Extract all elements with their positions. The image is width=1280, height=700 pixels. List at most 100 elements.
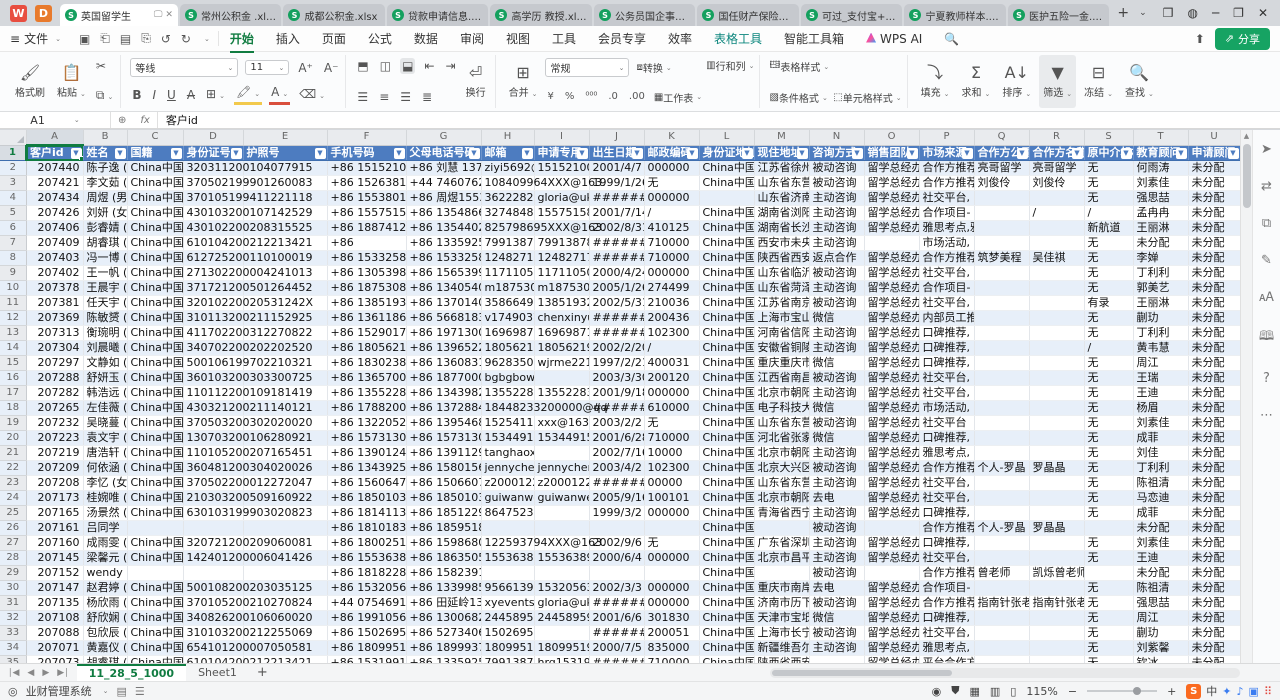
filter-dropdown-icon[interactable]: ▼: [687, 148, 698, 159]
row-header-9[interactable]: 9: [0, 266, 26, 281]
cell-T31[interactable]: 强思喆: [1133, 596, 1188, 611]
cell-A24[interactable]: 207173: [26, 491, 83, 506]
cell-O32[interactable]: 留学总经办: [864, 611, 919, 626]
cell-L2[interactable]: China中国: [699, 161, 754, 176]
ime-spark-icon[interactable]: ✦: [1222, 685, 1231, 698]
cell-U26[interactable]: 未分配: [1188, 521, 1240, 536]
cell-G19[interactable]: +86 139546825: [406, 416, 481, 431]
cell-U14[interactable]: 未分配: [1188, 341, 1240, 356]
cell-Q26[interactable]: 个人-罗晶: [974, 521, 1029, 536]
cell-S30[interactable]: 无: [1084, 581, 1133, 596]
strikethrough-button[interactable]: A: [185, 87, 197, 103]
cell-N33[interactable]: 被动咨询: [809, 626, 864, 641]
cell-Q1[interactable]: 合作方公司▼: [974, 145, 1029, 161]
cell-C9[interactable]: China中国: [127, 266, 183, 281]
row-header-3[interactable]: 3: [0, 176, 26, 191]
cell-A7[interactable]: 207409: [26, 236, 83, 251]
cell-U32[interactable]: 未分配: [1188, 611, 1240, 626]
cell-K21[interactable]: 10000: [644, 446, 699, 461]
cell-A35[interactable]: 207073: [26, 656, 83, 664]
cell-F21[interactable]: +86 13901242: [327, 446, 406, 461]
cell-U30[interactable]: 未分配: [1188, 581, 1240, 596]
cell-D13[interactable]: 411702200312270822: [183, 326, 243, 341]
cell-D27[interactable]: 320721200209060081: [183, 536, 243, 551]
cell-U22[interactable]: 未分配: [1188, 461, 1240, 476]
cell-C19[interactable]: China中国: [127, 416, 183, 431]
file-tab-2[interactable]: S成都公积金.xlsx: [283, 4, 385, 26]
cell-I25[interactable]: [534, 506, 589, 521]
cell-N9[interactable]: 被动咨询: [809, 266, 864, 281]
cell-P25[interactable]: 口碑推荐,: [919, 506, 974, 521]
cell-K28[interactable]: 000000: [644, 551, 699, 566]
cell-T28[interactable]: 王迪: [1133, 551, 1188, 566]
cell-D1[interactable]: 身份证号▼: [183, 145, 243, 161]
cell-C1[interactable]: 国籍▼: [127, 145, 183, 161]
cell-K27[interactable]: 无: [644, 536, 699, 551]
cell-S16[interactable]: 无: [1084, 371, 1133, 386]
row-header-12[interactable]: 12: [0, 311, 26, 326]
cell-N31[interactable]: 被动咨询: [809, 596, 864, 611]
cell-F3[interactable]: +86 15263810: [327, 176, 406, 191]
cell-F2[interactable]: +86 15152100: [327, 161, 406, 176]
cell-C21[interactable]: China中国: [127, 446, 183, 461]
cell-S29[interactable]: [1084, 566, 1133, 581]
cell-J12[interactable]: ########: [589, 311, 644, 326]
cell-C24[interactable]: China中国: [127, 491, 183, 506]
last-sheet-icon[interactable]: ▶∣: [57, 668, 68, 678]
cell-L33[interactable]: China中国: [699, 626, 754, 641]
cell-B7[interactable]: 胡睿琪 (女: [83, 236, 127, 251]
cell-T23[interactable]: 陈祖清: [1133, 476, 1188, 491]
cell-S20[interactable]: 无: [1084, 431, 1133, 446]
filter-dropdown-icon[interactable]: ▼: [852, 148, 863, 159]
cell-M22[interactable]: 北京大兴区: [754, 461, 809, 476]
cell-T14[interactable]: 黄韦慧: [1133, 341, 1188, 356]
cell-M28[interactable]: 北京市昌平: [754, 551, 809, 566]
cell-N18[interactable]: 微信: [809, 401, 864, 416]
cell-K10[interactable]: 274499: [644, 281, 699, 296]
cell-U17[interactable]: 未分配: [1188, 386, 1240, 401]
cell-R7[interactable]: [1029, 236, 1084, 251]
cell-Q33[interactable]: [974, 626, 1029, 641]
font-name-select[interactable]: 等线⌄: [130, 58, 238, 77]
cell-B25[interactable]: 汤景然 (女: [83, 506, 127, 521]
cell-M23[interactable]: 山东省东营: [754, 476, 809, 491]
cell-A8[interactable]: 207403: [26, 251, 83, 266]
cell-H28[interactable]: 155363896: [481, 551, 534, 566]
cell-N32[interactable]: 微信: [809, 611, 864, 626]
font-color-button[interactable]: A⌄: [269, 84, 290, 105]
cell-I21[interactable]: [534, 446, 589, 461]
cell-D23[interactable]: 370502200012272047: [183, 476, 243, 491]
cell-M27[interactable]: 广东省深圳: [754, 536, 809, 551]
cell-Q21[interactable]: [974, 446, 1029, 461]
redo-icon[interactable]: ↻: [181, 32, 191, 46]
row-header-8[interactable]: 8: [0, 251, 26, 266]
cell-O27[interactable]: 留学总经办: [864, 536, 919, 551]
cell-A27[interactable]: 207160: [26, 536, 83, 551]
cell-S21[interactable]: 无: [1084, 446, 1133, 461]
cell-M14[interactable]: 安徽省铜陵: [754, 341, 809, 356]
filter-dropdown-icon[interactable]: ▼: [797, 148, 808, 159]
file-menu-button[interactable]: ≡ 文件 ⌄: [0, 30, 71, 47]
cell-N35[interactable]: [809, 656, 864, 664]
cell-T6[interactable]: 王丽淋: [1133, 221, 1188, 236]
cell-L28[interactable]: China中国: [699, 551, 754, 566]
cell-I16[interactable]: [534, 371, 589, 386]
cell-B5[interactable]: 刘妍 (女): [83, 206, 127, 221]
cell-B6[interactable]: 彭睿婧 (女: [83, 221, 127, 236]
cell-A18[interactable]: 207265: [26, 401, 83, 416]
align-right-icon[interactable]: ☰: [398, 89, 413, 105]
column-header-M[interactable]: M: [754, 130, 809, 145]
cursor-icon[interactable]: ➤: [1261, 142, 1272, 157]
cell-B3[interactable]: 李文茹 (女: [83, 176, 127, 191]
cell-K18[interactable]: 610000: [644, 401, 699, 416]
cond-format-button[interactable]: ▧ 条件格式⌄: [769, 90, 827, 105]
cell-Q9[interactable]: [974, 266, 1029, 281]
cell-I14[interactable]: 180562199: [534, 341, 589, 356]
cell-U20[interactable]: 未分配: [1188, 431, 1240, 446]
filter-dropdown-icon[interactable]: ▼: [1228, 148, 1239, 159]
cell-U25[interactable]: 未分配: [1188, 506, 1240, 521]
cell-C17[interactable]: China中国: [127, 386, 183, 401]
cell-G29[interactable]: +86 15823918: [406, 566, 481, 581]
cell-D28[interactable]: 142401200006041426: [183, 551, 243, 566]
cell-P20[interactable]: 口碑推荐,: [919, 431, 974, 446]
